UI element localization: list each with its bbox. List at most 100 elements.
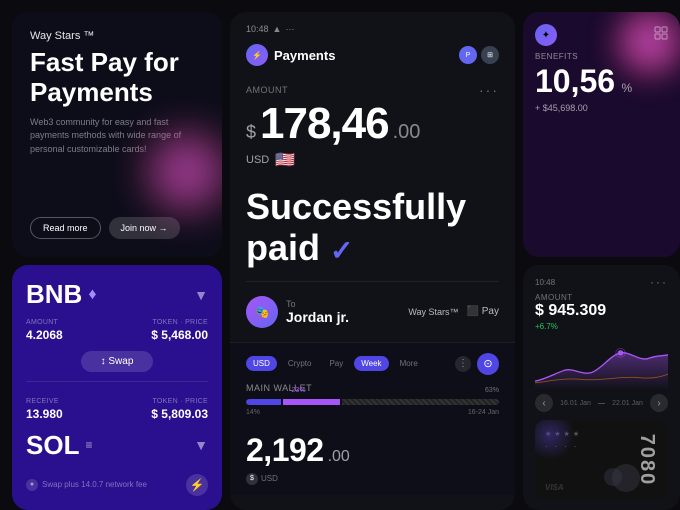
readmore-button[interactable]: Read more	[30, 217, 101, 239]
recipient-info: 🎭 To Jordan jr.	[246, 296, 349, 328]
bnb-amount-label: AMOUNT	[26, 319, 113, 326]
recipient-details: To Jordan jr.	[286, 299, 349, 325]
balance-row: 2,192 .00	[246, 432, 499, 469]
user-icon-circle[interactable]: P	[459, 46, 477, 64]
amount-cents: .00	[393, 121, 421, 144]
payment-amount-section: AMOUNT ··· $ 178,46 .00 USD 🇺🇸	[230, 70, 515, 176]
swap-logo-icon: ⚡	[186, 474, 208, 496]
usd-icon: $	[246, 473, 258, 485]
bnb-row: BNB ♦ ▼	[26, 279, 208, 310]
chart-label: AMOUNT	[535, 293, 668, 302]
chart-date-separator: —	[598, 400, 605, 407]
to-label: To	[286, 299, 349, 309]
amount-display-row: $ 178,46 .00	[246, 102, 499, 146]
wallet-controls: ⋮ ⊙	[455, 353, 499, 375]
balance-main: 2,192	[246, 432, 324, 469]
seg3-percent-label: 63%	[485, 387, 499, 394]
sol-token-label: TOKEN · PRICE	[121, 398, 208, 405]
sol-expand-arrow[interactable]: ▼	[194, 437, 208, 453]
chart-header: 10:48 ···	[535, 275, 668, 289]
chart-menu[interactable]: ···	[650, 275, 668, 289]
swap-card: BNB ♦ ▼ AMOUNT 4.2068 TOKEN · PRICE $ 5,…	[12, 265, 222, 510]
sol-row: SOL ≡ ▼	[26, 430, 208, 461]
wallet-bottom-section: USD Crypto Pay Week More ⋮ ⊙ MAIN WALLET…	[230, 342, 515, 495]
recipient-avatar: 🎭	[246, 296, 278, 328]
payment-label: Payments	[274, 48, 335, 63]
fee-dot: ●	[26, 479, 38, 491]
status-bar: 10:48 ▲ ···	[246, 24, 294, 34]
wallet-tabs: USD Crypto Pay Week More ⋮ ⊙	[246, 353, 499, 375]
chart-svg	[535, 337, 668, 390]
tab-week[interactable]: Week	[354, 356, 388, 371]
bnb-token-label: TOKEN · PRICE	[121, 319, 208, 326]
chart-date-to: 22.01 Jan	[612, 400, 643, 407]
progress-seg1	[246, 399, 281, 405]
tab-more[interactable]: More	[393, 356, 425, 371]
wallet-icon[interactable]: ⊙	[477, 353, 499, 375]
tab-crypto[interactable]: Crypto	[281, 356, 319, 371]
hero-title: Fast Pay for Payments	[30, 48, 204, 108]
bnb-icon: ♦	[88, 286, 96, 304]
bnb-price-val: $ 5,468.00	[121, 328, 208, 342]
success-line1: Successfully	[246, 186, 466, 227]
recipient-row: 🎭 To Jordan jr. Way Stars™ ⬛ Pay	[230, 282, 515, 342]
bnb-name: BNB ♦	[26, 279, 97, 310]
payment-action-icons: P ⊞	[459, 46, 499, 64]
menu-icon-circle[interactable]: ⊞	[481, 46, 499, 64]
success-line2: paid	[246, 227, 320, 268]
swap-button[interactable]: ↕ Swap	[81, 351, 154, 372]
wifi-icon: ▲	[273, 24, 282, 34]
fee-info: ● Swap plus 14.0.7 network fee	[26, 479, 147, 491]
chart-prev-button[interactable]: ‹	[535, 394, 553, 412]
benefits-amount-row: 10,56 %	[535, 65, 668, 97]
credit-card-mini: ★★★★ · · · · VISA 7080	[535, 420, 668, 500]
chart-next-button[interactable]: ›	[650, 394, 668, 412]
swap-fee-row: ● Swap plus 14.0.7 network fee ⚡	[26, 474, 208, 496]
apple-pay-method: ⬛ Pay	[467, 306, 499, 317]
progress-bar	[246, 399, 499, 405]
bnb-stats: AMOUNT 4.2068 TOKEN · PRICE $ 5,468.00	[26, 319, 208, 342]
more-icon[interactable]: ⋮	[455, 356, 471, 372]
sol-name: SOL ≡	[26, 430, 92, 461]
tab-usd[interactable]: USD	[246, 356, 277, 371]
seg1-label: 14%	[246, 409, 260, 416]
currency-badge-text: USD	[261, 474, 278, 483]
swap-button-row: ↕ Swap	[26, 351, 208, 372]
benefits-icon-row: ✦	[535, 24, 668, 46]
hero-card: Way Stars ™ Fast Pay for Payments Web3 c…	[12, 12, 222, 257]
chart-change: +6.7%	[535, 322, 668, 331]
progress-labels: 14% 16-24 Jan	[246, 409, 499, 416]
payment-title-row: ⚡ Payments P ⊞	[230, 40, 515, 70]
benefits-percent: %	[622, 81, 633, 95]
status-time: 10:48	[246, 24, 269, 34]
sol-price-val: $ 5,809.03	[121, 407, 208, 421]
waystars-method: Way Stars™	[408, 307, 458, 317]
signal-dots: ···	[285, 24, 294, 34]
payment-card: 10:48 ▲ ··· ⚡ Payments P ⊞ AMOUNT ··· $	[230, 12, 515, 510]
wallet-label: MAIN WALLET	[246, 383, 499, 393]
hero-buttons: Read more Join now →	[30, 217, 204, 239]
sol-label: SOL	[26, 430, 79, 461]
sol-stats: RECEIVE 13.980 TOKEN · PRICE $ 5,809.03	[26, 398, 208, 421]
grid-expand-icon[interactable]	[654, 26, 668, 45]
recipient-name: Jordan jr.	[286, 309, 349, 325]
benefits-sub-amount: + $45,698.00	[535, 103, 668, 113]
bnb-price-stat: TOKEN · PRICE $ 5,468.00	[121, 319, 208, 342]
flag-icon: 🇺🇸	[275, 150, 295, 170]
chart-amount: $ 945.309	[535, 302, 668, 320]
progress-seg2	[283, 399, 340, 405]
currency-label: USD	[246, 154, 269, 166]
amount-label: AMOUNT	[246, 85, 288, 95]
bnb-expand-arrow[interactable]: ▼	[194, 287, 208, 303]
chart-nav: ‹ 16.01 Jan — 22.01 Jan ›	[535, 394, 668, 412]
join-button[interactable]: Join now →	[109, 217, 180, 239]
star-icon: ✦	[535, 24, 557, 46]
bnb-amount-val: 4.2068	[26, 328, 113, 342]
success-text: Successfully paid ✓	[246, 186, 499, 269]
app-tagline: ™	[83, 30, 94, 42]
tab-pay[interactable]: Pay	[322, 356, 350, 371]
amount-menu[interactable]: ···	[479, 82, 499, 98]
sol-amount-val: 13.980	[26, 407, 113, 421]
usd-badge: $ USD	[246, 473, 499, 485]
chart-dot	[618, 350, 624, 355]
